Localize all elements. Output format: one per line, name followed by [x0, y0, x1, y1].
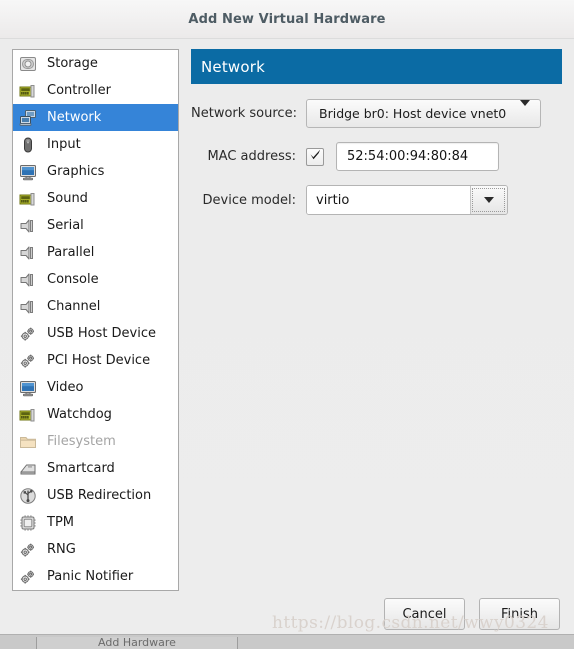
- sidebar-item-label: Storage: [47, 56, 98, 71]
- parallel-port-icon: [19, 244, 37, 262]
- channel-port-icon: [19, 298, 37, 316]
- cancel-button[interactable]: Cancel: [384, 598, 465, 630]
- add-hardware-dialog: Add New Virtual Hardware Storage Control…: [0, 0, 574, 634]
- console-port-icon: [19, 271, 37, 289]
- sidebar-item-storage[interactable]: Storage: [13, 50, 178, 77]
- sidebar-item-pci-host-device[interactable]: PCI Host Device: [13, 347, 178, 374]
- sidebar-item-label: Filesystem: [47, 434, 116, 449]
- storage-icon: [19, 55, 37, 73]
- finish-button[interactable]: Finish: [479, 598, 560, 630]
- sidebar-item-usb-host-device[interactable]: USB Host Device: [13, 320, 178, 347]
- network-form: Network source: Bridge br0: Host device …: [191, 99, 562, 215]
- sidebar-item-panic-notifier[interactable]: Panic Notifier: [13, 563, 178, 590]
- monitor-icon: [19, 163, 37, 181]
- sidebar-item-channel[interactable]: Channel: [13, 293, 178, 320]
- taskbar-item-add-hardware[interactable]: Add Hardware: [36, 637, 238, 649]
- network-icon: [19, 109, 37, 127]
- network-source-label: Network source:: [191, 106, 297, 121]
- sidebar-item-label: Network: [47, 110, 102, 125]
- usb-icon: [19, 487, 37, 505]
- sidebar-item-controller[interactable]: Controller: [13, 77, 178, 104]
- sidebar-item-label: Serial: [47, 218, 84, 233]
- mouse-icon: [19, 136, 37, 154]
- sidebar-item-serial[interactable]: Serial: [13, 212, 178, 239]
- serial-port-icon: [19, 217, 37, 235]
- gears-icon: [19, 352, 37, 370]
- hardware-category-list[interactable]: Storage Controller Network Input Graphic…: [12, 49, 179, 591]
- monitor-icon: [19, 379, 37, 397]
- sidebar-item-parallel[interactable]: Parallel: [13, 239, 178, 266]
- sidebar-item-input[interactable]: Input: [13, 131, 178, 158]
- device-model-label: Device model:: [202, 192, 296, 208]
- sidebar-item-label: TPM: [47, 515, 74, 530]
- sidebar-item-label: USB Redirection: [47, 488, 152, 503]
- folder-icon: [19, 433, 37, 451]
- chevron-down-icon: [484, 197, 494, 203]
- sidebar-item-label: Channel: [47, 299, 101, 314]
- network-source-dropdown[interactable]: Bridge br0: Host device vnet0: [306, 99, 542, 128]
- mac-address-label: MAC address:: [207, 149, 296, 164]
- soundcard-icon: [19, 190, 37, 208]
- mac-address-value: 52:54:00:94:80:84: [347, 149, 469, 164]
- gears-icon: [19, 325, 37, 343]
- sidebar-item-label: Parallel: [47, 245, 95, 260]
- smartcard-icon: [19, 460, 37, 478]
- controller-icon: [19, 82, 37, 100]
- device-model-row: Device model: virtio: [191, 185, 562, 215]
- gears-icon: [19, 568, 37, 586]
- chip-icon: [19, 514, 37, 532]
- taskbar: Add Hardware: [0, 634, 574, 649]
- network-source-row: Network source: Bridge br0: Host device …: [191, 99, 562, 128]
- dialog-titlebar: Add New Virtual Hardware: [0, 0, 574, 39]
- sidebar-item-label: Input: [47, 137, 81, 152]
- sidebar-item-watchdog[interactable]: Watchdog: [13, 401, 178, 428]
- sidebar-item-tpm[interactable]: TPM: [13, 509, 178, 536]
- device-model-combo[interactable]: virtio: [306, 185, 508, 215]
- checkmark-icon: [310, 149, 321, 159]
- panel-header: Network: [191, 49, 562, 84]
- sidebar-item-label: Panic Notifier: [47, 569, 134, 584]
- sidebar-item-label: Controller: [47, 83, 111, 98]
- device-model-value: virtio: [316, 192, 350, 208]
- sidebar-item-graphics[interactable]: Graphics: [13, 158, 178, 185]
- device-model-dropdown-button[interactable]: [470, 186, 507, 214]
- sidebar-item-video[interactable]: Video: [13, 374, 178, 401]
- network-settings-panel: Network Network source: Bridge br0: Host…: [191, 49, 562, 591]
- sidebar-item-network[interactable]: Network: [13, 104, 178, 131]
- sidebar-item-label: Smartcard: [47, 461, 115, 476]
- mac-address-checkbox[interactable]: [306, 147, 324, 166]
- mac-address-input[interactable]: 52:54:00:94:80:84: [336, 142, 499, 171]
- sidebar-item-rng[interactable]: RNG: [13, 536, 178, 563]
- dialog-footer: Cancel Finish: [0, 594, 574, 634]
- sidebar-item-label: Console: [47, 272, 99, 287]
- sidebar-item-label: Graphics: [47, 164, 105, 179]
- device-model-input[interactable]: virtio: [307, 186, 470, 214]
- network-source-value: Bridge br0: Host device vnet0: [319, 106, 507, 121]
- chevron-down-icon: [520, 100, 531, 121]
- sidebar-item-label: Video: [47, 380, 84, 395]
- gears-icon: [19, 541, 37, 559]
- panel-title: Network: [201, 57, 266, 76]
- dialog-title: Add New Virtual Hardware: [188, 11, 386, 27]
- sidebar-item-label: Watchdog: [47, 407, 112, 422]
- sidebar-item-label: PCI Host Device: [47, 353, 151, 368]
- sidebar-item-filesystem: Filesystem: [13, 428, 178, 455]
- sidebar-item-label: USB Host Device: [47, 326, 157, 341]
- sidebar-item-label: Sound: [47, 191, 88, 206]
- sidebar-item-console[interactable]: Console: [13, 266, 178, 293]
- sidebar-item-smartcard[interactable]: Smartcard: [13, 455, 178, 482]
- sidebar-item-sound[interactable]: Sound: [13, 185, 178, 212]
- mac-address-row: MAC address: 52:54:00:94:80:84: [191, 142, 562, 171]
- sidebar-item-usb-redirection[interactable]: USB Redirection: [13, 482, 178, 509]
- watchdog-card-icon: [19, 406, 37, 424]
- dialog-body: Storage Controller Network Input Graphic…: [0, 38, 574, 594]
- sidebar-item-label: RNG: [47, 542, 76, 557]
